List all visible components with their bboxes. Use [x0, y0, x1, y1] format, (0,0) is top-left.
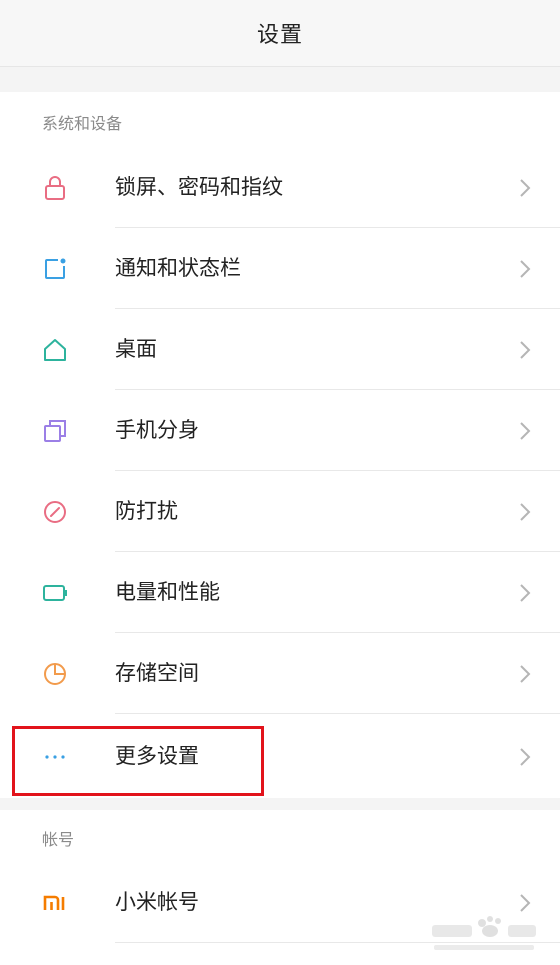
settings-item-label: 存储空间 [115, 661, 199, 685]
notification-icon [45, 258, 66, 279]
settings-item-label: 防打扰 [115, 499, 178, 523]
watermark-logo-icon [432, 916, 536, 950]
settings-item-lock-screen[interactable]: 锁屏、密码和指纹 [0, 147, 560, 228]
settings-item-desktop[interactable]: 桌面 [0, 309, 560, 390]
chevron-right-icon [520, 422, 531, 440]
storage-pie-icon [44, 663, 66, 685]
section-title-system: 系统和设备 [42, 114, 123, 133]
chevron-right-icon [520, 503, 531, 521]
row-divider [115, 713, 560, 714]
highlight-box [12, 726, 264, 796]
settings-item-label: 手机分身 [115, 418, 199, 442]
settings-item-second-space[interactable]: 手机分身 [0, 390, 560, 471]
settings-item-do-not-disturb[interactable]: 防打扰 [0, 471, 560, 552]
settings-item-storage[interactable]: 存储空间 [0, 633, 560, 714]
settings-item-label: 小米帐号 [115, 890, 199, 914]
clone-icon [44, 420, 66, 442]
lock-icon [45, 176, 65, 200]
chevron-right-icon [520, 260, 531, 278]
app-header: 设置 [0, 0, 560, 67]
battery-icon [43, 585, 67, 601]
chevron-right-icon [520, 748, 531, 766]
do-not-disturb-icon [44, 501, 66, 523]
mi-logo-icon [43, 895, 65, 910]
chevron-right-icon [520, 179, 531, 197]
chevron-right-icon [520, 341, 531, 359]
home-icon [44, 339, 66, 361]
settings-item-label: 电量和性能 [115, 580, 220, 604]
settings-item-label: 通知和状态栏 [115, 256, 241, 280]
settings-item-notifications[interactable]: 通知和状态栏 [0, 228, 560, 309]
system-section: 系统和设备 锁屏、密码和指纹 通知和状态栏 桌面 手机分身 防打扰 电量和性能 … [0, 92, 560, 798]
settings-item-label: 锁屏、密码和指纹 [115, 175, 283, 199]
chevron-right-icon [520, 584, 531, 602]
section-title-account: 帐号 [42, 830, 75, 849]
settings-item-label: 桌面 [115, 337, 157, 361]
chevron-right-icon [520, 665, 531, 683]
settings-item-battery[interactable]: 电量和性能 [0, 552, 560, 633]
page-title: 设置 [256, 23, 303, 48]
